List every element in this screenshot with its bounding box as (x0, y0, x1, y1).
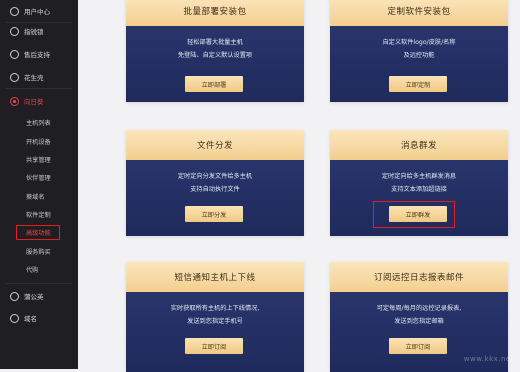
card-description: 轻松部署大批量主机 免登陆、自定义默认设置项 (177, 39, 253, 59)
subnav-service-purchase[interactable]: 服务购买 (26, 247, 51, 256)
card-title: 短信通知主机上下线 (126, 262, 304, 292)
customize-button[interactable]: 立即定制 (389, 76, 447, 92)
nav-dandelion[interactable]: 蒲公英 (0, 285, 78, 307)
card-description: 定时定向给多主机群发消息 支持文本添加超链接 (381, 173, 457, 193)
nav-domain-name[interactable]: 域名 (0, 307, 78, 329)
sidebar: 用户中心 指锐锁 售后支持 花生壳 向日葵 主机列表 开机设备 共享管理 伙伴管… (0, 0, 78, 369)
nav-peanut-shell[interactable]: 花生壳 (0, 66, 78, 88)
subnav-share-management[interactable]: 共享管理 (26, 155, 51, 164)
card-sms-notification: 短信通知主机上下线 实时获取所有主机的上下线情况, 发送到您指定手机号 立即订阅 (126, 262, 304, 372)
card-description: 可定每周/每月的远控记录报表, 发送到您指定邮箱 (376, 305, 462, 325)
card-custom-package: 定制软件安装包 自定义软件logo/皮肤/名称 及远控功能 立即定制 (330, 0, 508, 102)
nav-label: 域名 (24, 315, 37, 323)
subnav-host-list[interactable]: 主机列表 (26, 118, 51, 127)
distribute-button[interactable]: 立即分发 (185, 206, 243, 222)
nav-sunflower[interactable]: 向日葵 (0, 90, 78, 112)
highlight-box (373, 201, 455, 228)
subnav-advanced-features[interactable]: 高级功能 (16, 225, 60, 240)
subscribe-report-button[interactable]: 立即订阅 (389, 338, 447, 354)
main-content: 批量部署安装包 轻松部署大批量主机 免登陆、自定义默认设置项 立即部署 定制软件… (78, 0, 520, 372)
card-message-broadcast: 消息群发 定时定向给多主机群发消息 支持文本添加超链接 立即群发 (330, 130, 508, 236)
nav-label: 向日葵 (24, 98, 44, 106)
card-title: 文件分发 (126, 130, 304, 160)
card-batch-deploy: 批量部署安装包 轻松部署大批量主机 免登陆、自定义默认设置项 立即部署 (126, 0, 304, 102)
dandelion-icon (10, 291, 19, 301)
globe-icon (10, 313, 19, 323)
nav-label: 花生壳 (24, 74, 44, 82)
subnav-boot-devices[interactable]: 开机设备 (26, 137, 51, 146)
card-description: 定时定向分发文件给多主机 支持自动执行文件 (177, 173, 253, 193)
card-file-distribution: 文件分发 定时定向分发文件给多主机 支持自动执行文件 立即分发 (126, 130, 304, 236)
subnav-partner-management[interactable]: 伙伴管理 (26, 173, 51, 182)
lock-icon (10, 26, 19, 36)
nav-label: 蒲公英 (24, 293, 44, 301)
nav-label: 指锐锁 (24, 28, 44, 36)
card-title: 批量部署安装包 (126, 0, 304, 26)
user-icon (10, 6, 19, 16)
divider (6, 283, 72, 284)
subnav-agent-purchase[interactable]: 代购 (26, 265, 38, 274)
divider (6, 88, 72, 89)
card-description: 实时获取所有主机的上下线情况, 发送到您指定手机号 (170, 305, 260, 325)
nav-user-center[interactable]: 用户中心 (0, 0, 78, 22)
subnav-software-custom[interactable]: 软件定制 (26, 210, 51, 219)
subnav-domain[interactable]: 葵域名 (26, 192, 45, 201)
card-title: 订阅远控日志报表邮件 (330, 262, 508, 292)
nav-label: 售后支持 (24, 51, 50, 59)
sunflower-icon (10, 96, 19, 106)
nav-lock[interactable]: 指锐锁 (0, 20, 78, 42)
card-title: 消息群发 (330, 130, 508, 160)
card-title: 定制软件安装包 (330, 0, 508, 26)
nav-support[interactable]: 售后支持 (0, 43, 78, 65)
peanut-shell-icon (10, 72, 19, 82)
watermark: www.kkx.net (463, 355, 514, 363)
deploy-button[interactable]: 立即部署 (185, 76, 243, 92)
nav-label: 用户中心 (24, 8, 50, 16)
card-description: 自定义软件logo/皮肤/名称 及远控功能 (382, 39, 456, 59)
subscribe-sms-button[interactable]: 立即订阅 (185, 338, 243, 354)
support-icon (10, 49, 19, 59)
